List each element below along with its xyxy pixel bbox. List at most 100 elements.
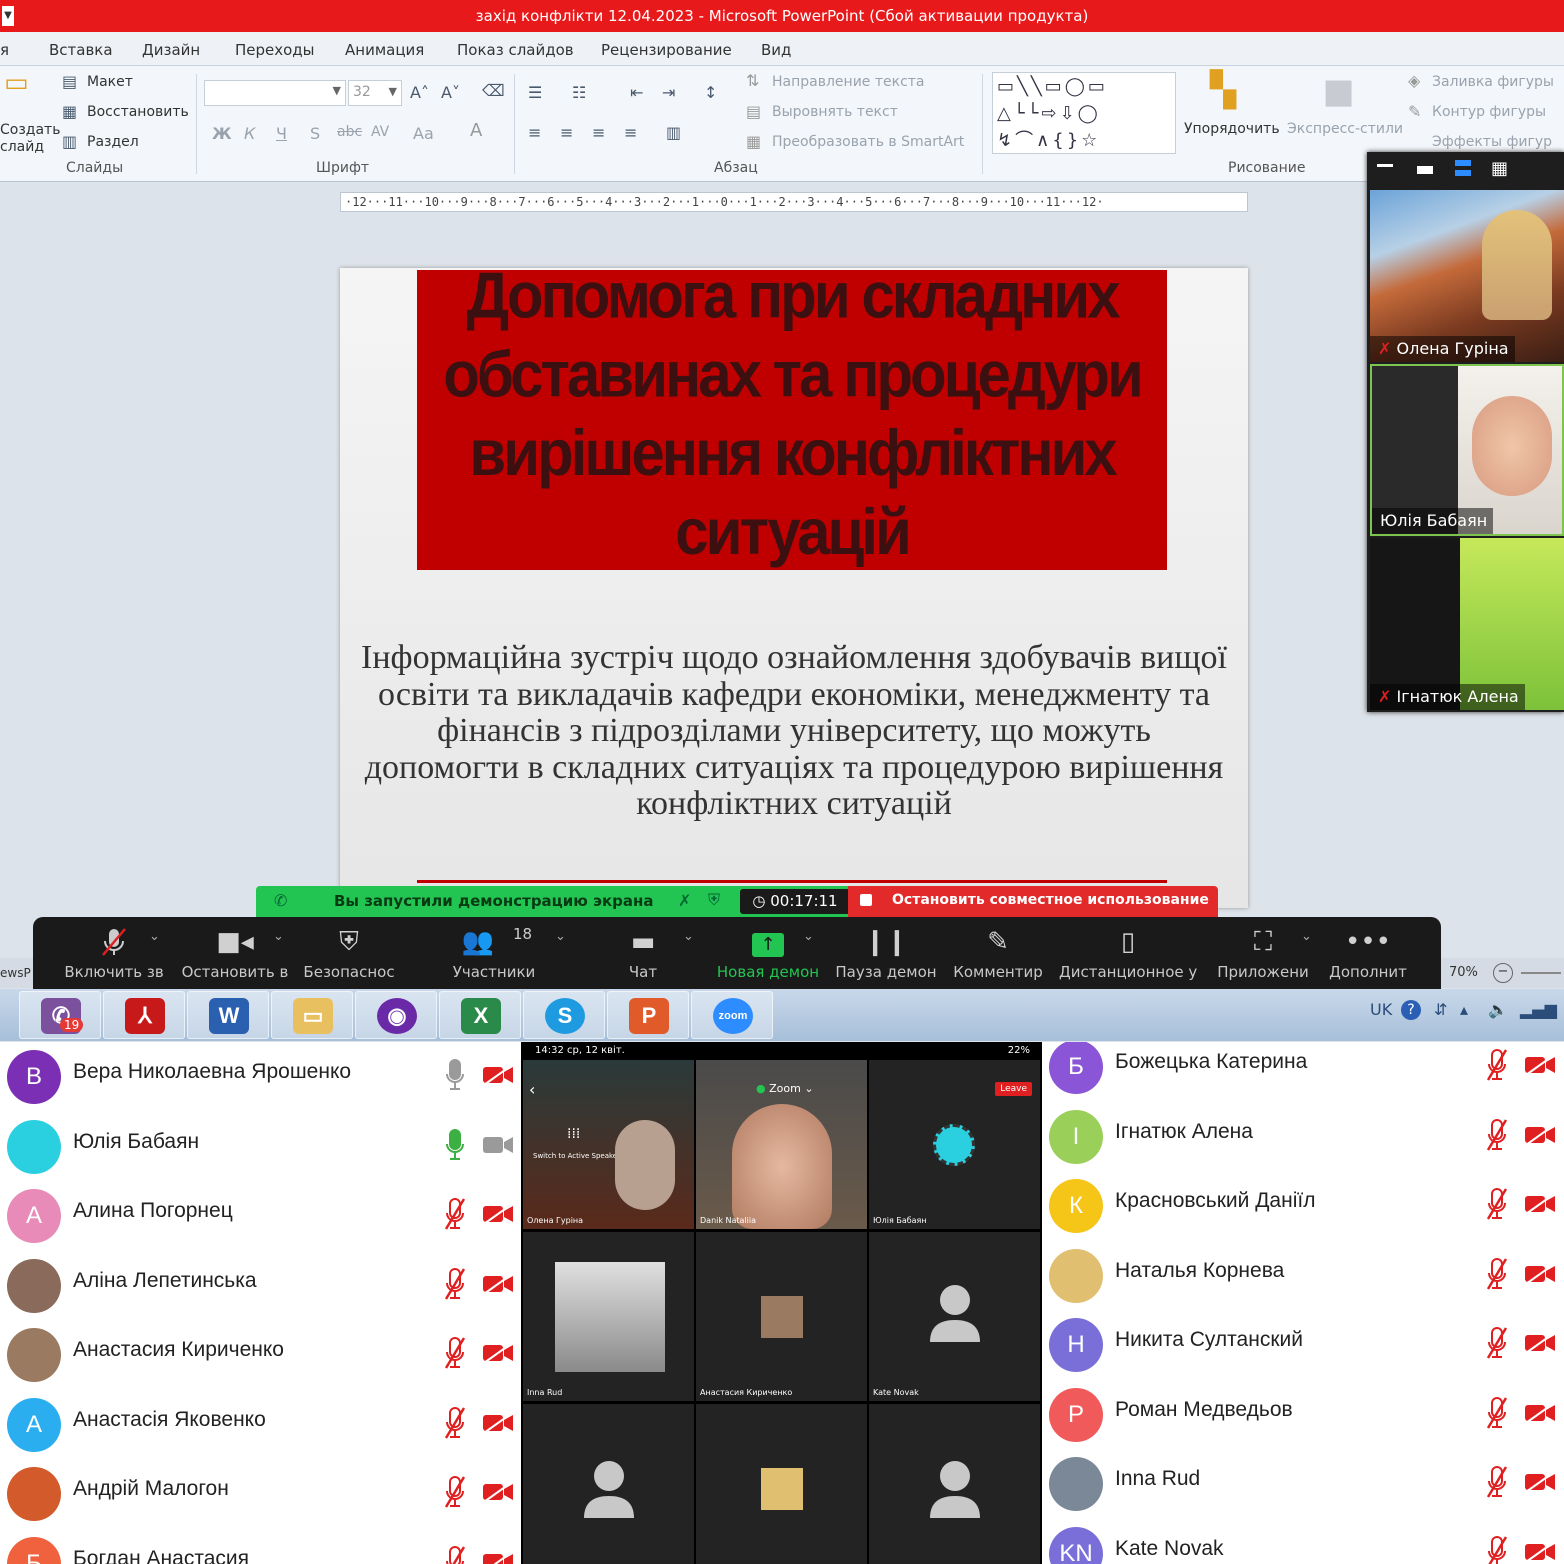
strip-view-icon[interactable]	[1417, 166, 1433, 174]
video-camera-icon[interactable]	[482, 1134, 514, 1156]
tab-home[interactable]: я	[0, 41, 9, 59]
underline-button[interactable]: Ч	[276, 124, 287, 143]
arrange-icon[interactable]: ▚	[1210, 70, 1236, 110]
mic-muted-icon[interactable]	[1486, 1326, 1508, 1360]
video-off-icon[interactable]	[1524, 1332, 1556, 1354]
text-direction-button[interactable]: Направление текста	[772, 74, 925, 90]
stop-video-button[interactable]: ■◂ ⌄ Остановить в	[181, 917, 289, 989]
clear-format-icon[interactable]: ⌫	[482, 82, 505, 100]
mic-muted-icon[interactable]	[444, 1197, 466, 1231]
tab-view[interactable]: Вид	[761, 41, 791, 59]
tab-slideshow[interactable]: Показ слайдов	[457, 41, 574, 59]
reset-button[interactable]: Восстановить	[87, 104, 189, 120]
italic-button[interactable]: К	[244, 124, 255, 143]
mic-muted-icon[interactable]	[1486, 1535, 1508, 1564]
video-off-icon[interactable]	[1524, 1054, 1556, 1076]
video-cell[interactable]	[523, 1404, 694, 1564]
participant-row[interactable]: В Вера Николаевна Ярошенко	[0, 1042, 521, 1112]
increase-indent-icon[interactable]: ⇥	[662, 84, 675, 102]
signal-icon[interactable]: ▂▄▆	[1520, 1000, 1557, 1019]
slide-body-text[interactable]: Інформаційна зустріч щодо ознайомлення з…	[360, 639, 1228, 823]
chevron-down-icon[interactable]: ⌄	[149, 929, 160, 944]
new-slide-label-1[interactable]: Создать	[0, 122, 60, 138]
chevron-down-icon[interactable]: ⌄	[1301, 929, 1312, 944]
remote-control-button[interactable]: ▯ Дистанционное у	[1059, 917, 1197, 989]
chevron-down-icon[interactable]: ⌄	[803, 929, 814, 944]
shape-outline-button[interactable]: Контур фигуры	[1432, 104, 1546, 120]
video-off-icon[interactable]	[482, 1203, 514, 1225]
video-off-icon[interactable]	[482, 1342, 514, 1364]
zoom-meeting-label[interactable]: ● Zoom ⌄	[756, 1082, 814, 1095]
switch-speaker-label[interactable]: Switch to Active Speaker	[533, 1152, 620, 1160]
columns-icon[interactable]: ▥	[666, 124, 681, 142]
stop-share-button[interactable]: Остановить совместное использование	[848, 886, 1218, 917]
mic-muted-icon[interactable]	[1486, 1118, 1508, 1152]
section-button[interactable]: Раздел	[87, 134, 139, 150]
grid-icon[interactable]: ⁞⁞⁞	[567, 1126, 580, 1142]
align-right-icon[interactable]: ≡	[592, 124, 605, 142]
quick-access-dropdown-icon[interactable]: ▼	[2, 6, 14, 26]
mic-muted-icon[interactable]	[1486, 1465, 1508, 1499]
numbering-icon[interactable]: ☷	[572, 84, 586, 102]
taskbar-word[interactable]: W	[187, 991, 269, 1039]
pause-share-button[interactable]: ❙❙ Пауза демон	[833, 917, 939, 989]
tab-insert[interactable]: Вставка	[49, 41, 113, 59]
participant-row[interactable]: А Анастасія Яковенко	[0, 1390, 521, 1460]
font-color-icon[interactable]: A	[470, 122, 482, 140]
video-off-icon[interactable]	[1524, 1123, 1556, 1146]
video-off-icon[interactable]	[482, 1272, 514, 1295]
tray-expand-icon[interactable]: ▴	[1460, 1000, 1468, 1019]
video-cell[interactable]: Анастасия Кириченко	[696, 1232, 867, 1401]
leave-button[interactable]: Leave	[995, 1082, 1032, 1096]
tab-review[interactable]: Рецензирование	[601, 41, 732, 59]
bold-button[interactable]: Ж	[212, 124, 232, 143]
participant-row[interactable]: Анастасия Кириченко	[0, 1320, 521, 1390]
video-tile[interactable]: ✗ Олена Гуріна	[1370, 190, 1564, 362]
mic-muted-icon[interactable]	[1486, 1048, 1508, 1082]
video-tile-active[interactable]: Юлія Бабаян	[1370, 364, 1564, 536]
zoom-out-icon[interactable]: −	[1493, 963, 1513, 983]
volume-icon[interactable]: 🔈	[1488, 1000, 1508, 1019]
video-off-icon[interactable]	[1524, 1401, 1556, 1424]
participants-button[interactable]: 👥 18 ⌄ Участники	[441, 917, 566, 989]
new-share-button[interactable]: ↑ ⌄ Новая демон	[713, 917, 823, 989]
chevron-down-icon[interactable]: ⌄	[683, 929, 694, 944]
mic-muted-icon[interactable]	[1486, 1187, 1508, 1221]
participant-row[interactable]: А Алина Погорнец	[0, 1181, 521, 1251]
font-name-select[interactable]: ▼	[204, 80, 346, 106]
network-icon[interactable]: ⇵	[1434, 1000, 1447, 1019]
participant-row[interactable]: Inna Rud	[1042, 1449, 1564, 1519]
security-button[interactable]: ⛨ Безопаснос	[301, 917, 397, 989]
strike-button[interactable]: abc	[337, 124, 362, 140]
char-spacing-button[interactable]: AV	[371, 124, 389, 140]
mic-muted-icon[interactable]	[444, 1267, 466, 1301]
taskbar-excel[interactable]: X	[439, 991, 521, 1039]
zoom-slider[interactable]	[1521, 972, 1561, 974]
shape-effects-button[interactable]: Эффекты фигур	[1432, 134, 1552, 150]
video-off-icon[interactable]	[1524, 1540, 1556, 1563]
gallery-view-icon[interactable]: ▦	[1491, 160, 1508, 178]
video-off-icon[interactable]	[1524, 1471, 1556, 1493]
bullets-icon[interactable]: ☰	[528, 84, 542, 102]
arrange-button[interactable]: Упорядочить	[1184, 121, 1280, 137]
speaker-view-icon[interactable]	[1455, 160, 1471, 176]
tab-design[interactable]: Дизайн	[142, 41, 200, 59]
participant-row[interactable]: Аліна Лепетинська	[0, 1251, 521, 1321]
taskbar-acrobat[interactable]: ⅄	[103, 991, 185, 1039]
align-left-icon[interactable]: ≡	[528, 124, 541, 142]
video-tile[interactable]: ✗ Ігнатюк Алена	[1370, 538, 1564, 710]
participant-row[interactable]: Р Роман Медведьов	[1042, 1380, 1564, 1450]
video-cell[interactable]	[696, 1404, 867, 1564]
quick-styles-button[interactable]: Экспресс-стили	[1287, 121, 1403, 137]
chevron-down-icon[interactable]: ⌄	[555, 929, 566, 944]
video-off-icon[interactable]	[482, 1411, 514, 1434]
taskbar-tor[interactable]: ◉	[355, 991, 437, 1039]
unmute-button[interactable]: ⌄ Включить зв	[63, 917, 165, 989]
zoom-level[interactable]: 70% −	[1441, 958, 1564, 988]
new-slide-label-2[interactable]: слайд	[0, 139, 44, 155]
participant-row[interactable]: Б Богдан Анастасия	[0, 1529, 521, 1564]
microphone-icon[interactable]	[444, 1058, 466, 1092]
quick-styles-icon[interactable]: ◼	[1322, 70, 1355, 112]
chat-button[interactable]: ▬ ⌄ Чат	[603, 917, 694, 989]
taskbar-skype[interactable]: S	[523, 991, 605, 1039]
